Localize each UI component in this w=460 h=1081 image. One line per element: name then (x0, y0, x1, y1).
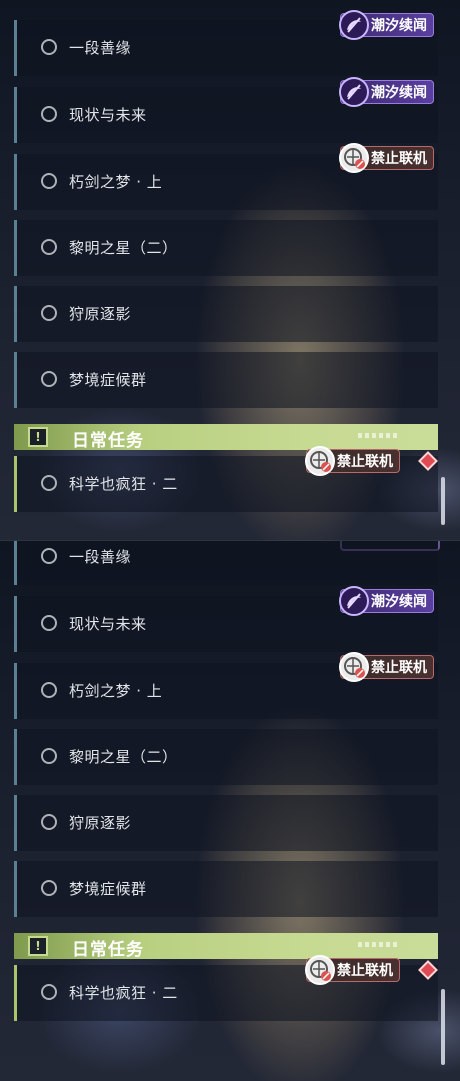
circle-outline-icon (41, 984, 57, 1000)
ban-badge: 禁止联机 (339, 143, 434, 173)
badge-label: 禁止联机 (337, 454, 393, 470)
circle-outline-icon (41, 39, 57, 55)
quest-label: 梦境症候群 (69, 371, 147, 389)
quest-row[interactable]: 一段善缘 (14, 541, 438, 585)
circle-outline-icon (41, 173, 57, 189)
tide-swirl-icon (339, 10, 369, 40)
quest-label: 现状与未来 (69, 106, 147, 124)
no-multiplayer-icon (305, 446, 335, 476)
quest-label: 黎明之星（二） (69, 748, 178, 766)
quest-row[interactable]: 黎明之星（二） (14, 220, 438, 276)
quest-row[interactable]: 狩原逐影 (14, 286, 438, 342)
badge-label: 禁止联机 (371, 660, 427, 676)
ban-badge: 禁止联机 (305, 446, 400, 476)
badge-label: 潮汐续闻 (371, 85, 427, 101)
badge-label: 潮汐续闻 (371, 594, 427, 610)
ban-badge: 禁止联机 (305, 955, 400, 985)
quest-label: 朽剑之梦 · 上 (69, 173, 163, 191)
ban-badge: 禁止联机 (339, 652, 434, 682)
quest-row[interactable]: 梦境症候群 (14, 861, 438, 917)
circle-outline-icon (41, 682, 57, 698)
badge-label: 禁止联机 (337, 963, 393, 979)
section-title: 日常任务 (72, 940, 144, 960)
tide-swirl-icon (339, 77, 369, 107)
quest-row[interactable]: 黎明之星（二） (14, 729, 438, 785)
quest-label: 朽剑之梦 · 上 (69, 682, 163, 700)
quest-row[interactable]: 梦境症候群 (14, 352, 438, 408)
scrollbar-thumb[interactable] (441, 477, 445, 525)
no-multiplayer-icon (305, 955, 335, 985)
quest-list-panel-bottom: 一段善缘 现状与未来 潮汐续闻 朽剑之梦 · 上 禁止联机 黎明之星（二） 狩原… (0, 540, 460, 1081)
tide-swirl-icon (339, 586, 369, 616)
quest-list-panel-top: 一段善缘 潮汐续闻 现状与未来 潮汐续闻 朽剑之梦 · 上 禁止联机 黎明之星（… (0, 0, 460, 540)
badge-label: 潮汐续闻 (371, 18, 427, 34)
quest-label: 一段善缘 (69, 39, 132, 57)
circle-outline-icon (41, 305, 57, 321)
quest-label: 科学也疯狂 · 二 (69, 475, 178, 493)
section-title: 日常任务 (72, 431, 144, 451)
badge-label: 禁止联机 (371, 151, 427, 167)
decorative-stripes (358, 433, 398, 438)
circle-outline-icon (41, 615, 57, 631)
no-multiplayer-icon (339, 143, 369, 173)
no-multiplayer-icon (339, 652, 369, 682)
tide-badge: 潮汐续闻 (339, 586, 434, 616)
tide-badge: 潮汐续闻 (339, 77, 434, 107)
circle-outline-icon (41, 880, 57, 896)
circle-outline-icon (41, 106, 57, 122)
circle-outline-icon (41, 475, 57, 491)
decorative-stripes (358, 942, 398, 947)
quest-label: 黎明之星（二） (69, 239, 178, 257)
quest-label: 狩原逐影 (69, 305, 132, 323)
daily-section-header[interactable]: ! 日常任务 (14, 424, 438, 451)
tide-badge: 潮汐续闻 (339, 10, 434, 40)
circle-outline-icon (41, 548, 57, 564)
circle-outline-icon (41, 748, 57, 764)
quest-label: 一段善缘 (69, 548, 132, 566)
circle-outline-icon (41, 239, 57, 255)
scrollbar-thumb[interactable] (441, 989, 445, 1065)
quest-label: 现状与未来 (69, 615, 147, 633)
circle-outline-icon (41, 814, 57, 830)
quest-label: 科学也疯狂 · 二 (69, 984, 178, 1002)
quest-label: 梦境症候群 (69, 880, 147, 898)
circle-outline-icon (41, 371, 57, 387)
alert-icon: ! (28, 427, 48, 447)
alert-icon: ! (28, 936, 48, 956)
quest-label: 狩原逐影 (69, 814, 132, 832)
quest-row[interactable]: 狩原逐影 (14, 795, 438, 851)
daily-section-header[interactable]: ! 日常任务 (14, 933, 438, 960)
